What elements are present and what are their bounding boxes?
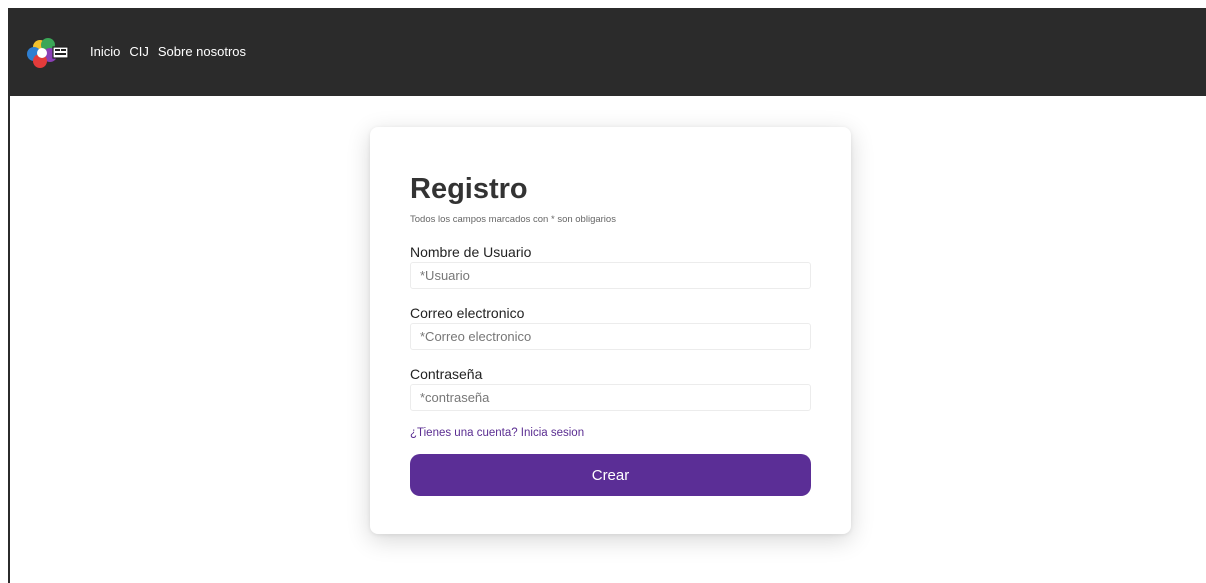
nav-link-inicio[interactable]: Inicio (90, 44, 120, 59)
password-label: Contraseña (410, 366, 483, 382)
email-input[interactable] (410, 323, 811, 350)
nav-links: Inicio CIJ Sobre nosotros (90, 44, 246, 59)
navbar: Inicio CIJ Sobre nosotros (8, 8, 1206, 96)
required-fields-note: Todos los campos marcados con * son obli… (410, 214, 616, 225)
nav-link-cij[interactable]: CIJ (129, 44, 149, 59)
page-left-border (8, 96, 10, 583)
username-label: Nombre de Usuario (410, 244, 532, 260)
email-label: Correo electronico (410, 305, 525, 321)
nav-link-sobre-nosotros[interactable]: Sobre nosotros (158, 44, 246, 59)
login-link[interactable]: ¿Tienes una cuenta? Inicia sesion (410, 427, 584, 439)
password-input[interactable] (410, 384, 811, 411)
window-top-strip (0, 0, 1206, 8)
create-button[interactable]: Crear (410, 454, 811, 496)
page-title: Registro (410, 173, 528, 205)
username-input[interactable] (410, 262, 811, 289)
window-left-strip (0, 8, 8, 583)
logo-icon[interactable] (26, 37, 74, 69)
register-card: Registro Todos los campos marcados con *… (370, 127, 851, 534)
